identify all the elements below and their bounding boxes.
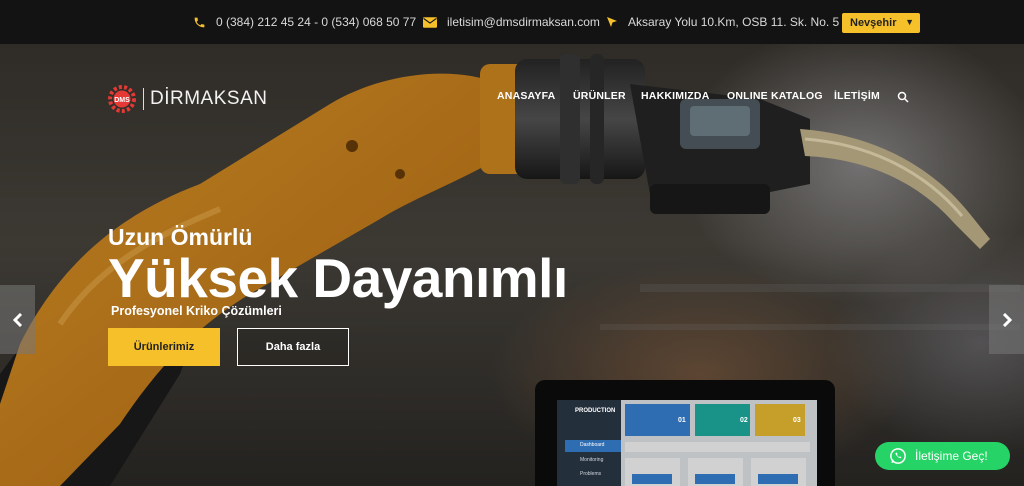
products-button[interactable]: Ürünlerimiz (108, 328, 220, 366)
address-text: Aksaray Yolu 10.Km, OSB 11. Sk. No. 5 (628, 15, 840, 29)
chevron-left-icon (12, 312, 22, 327)
hero-description: Profesyonel Kriko Çözümleri (111, 304, 282, 318)
phone-text: 0 (384) 212 45 24 - 0 (534) 068 50 77 (216, 15, 417, 29)
tablet-menu-monitoring: Monitoring (580, 457, 604, 463)
search-button[interactable] (897, 90, 909, 108)
nav-item-iletisim[interactable]: İLETİŞİM (834, 90, 880, 102)
slider-next-button[interactable] (989, 285, 1024, 354)
address-contact[interactable]: Aksaray Yolu 10.Km, OSB 11. Sk. No. 5 (606, 0, 839, 44)
location-arrow-icon (607, 17, 617, 27)
tablet-menu-dashboard: Dashboard (580, 442, 605, 448)
email-text: iletisim@dmsdirmaksan.com (447, 15, 600, 29)
hero-slider: PRODUCTION Dashboard Monitoring Problems… (0, 44, 1024, 486)
search-icon (897, 91, 909, 103)
tablet-menu-problems: Problems (580, 471, 602, 477)
slider-prev-button[interactable] (0, 285, 35, 354)
nav-item-hakkimizda[interactable]: HAKKIMIZDA (641, 90, 710, 102)
nav-item-anasayfa[interactable]: ANASAYFA (497, 90, 555, 102)
more-button[interactable]: Daha fazla (237, 328, 349, 366)
city-select[interactable]: Nevşehir ▼ (842, 13, 920, 33)
whatsapp-label: İletişime Geç! (915, 449, 988, 463)
email-contact[interactable]: iletisim@dmsdirmaksan.com (423, 0, 600, 44)
city-select-value: Nevşehir (850, 17, 897, 29)
phone-icon (194, 17, 205, 27)
nav-item-urunler[interactable]: ÜRÜNLER (573, 90, 626, 102)
chevron-down-icon: ▼ (905, 17, 914, 27)
whatsapp-contact-button[interactable]: İletişime Geç! (875, 442, 1010, 470)
tablet-card-3: 03 (793, 417, 801, 424)
tablet-card-1: 01 (678, 417, 686, 424)
tablet-card-2: 02 (740, 417, 748, 424)
top-bar: 0 (384) 212 45 24 - 0 (534) 068 50 77 il… (0, 0, 1024, 44)
envelope-icon (423, 16, 437, 28)
logo-name: DİRMAKSAN (143, 88, 267, 110)
nav-item-online-katalog[interactable]: ONLINE KATALOG (727, 90, 823, 102)
site-logo[interactable]: DMS DİRMAKSAN (107, 84, 267, 114)
logo-gear-icon: DMS (108, 85, 136, 113)
whatsapp-icon (890, 448, 906, 464)
logo-mark: DMS (114, 97, 130, 104)
phone-contact[interactable]: 0 (384) 212 45 24 - 0 (534) 068 50 77 (193, 0, 416, 44)
hero-title: Yüksek Dayanımlı (108, 247, 568, 309)
tablet-brand: PRODUCTION (575, 408, 616, 414)
chevron-right-icon (1002, 312, 1012, 327)
